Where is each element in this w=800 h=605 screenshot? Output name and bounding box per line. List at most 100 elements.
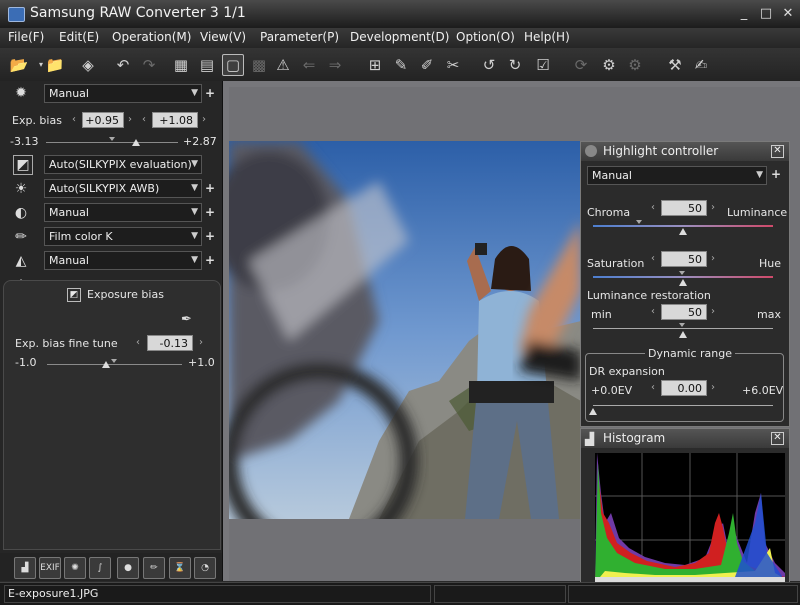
menu-file[interactable]: File(F) <box>8 30 44 44</box>
filmstrip-view-icon[interactable]: ▤ <box>196 54 218 76</box>
histogram-toggle-icon[interactable]: ▟ <box>14 557 36 579</box>
menu-development[interactable]: Development(D) <box>350 30 449 44</box>
decrement-icon[interactable]: ‹ <box>72 114 76 125</box>
menu-edit[interactable]: Edit(E) <box>59 30 99 44</box>
develop-icon[interactable]: ⚙ <box>624 54 646 76</box>
menu-option[interactable]: Option(O) <box>456 30 515 44</box>
redo-icon[interactable]: ↷ <box>138 54 160 76</box>
saturation-value[interactable]: 50 <box>661 251 707 267</box>
dropper-white-icon[interactable]: ✐ <box>416 54 438 76</box>
chroma-slider-thumb[interactable] <box>679 228 687 235</box>
maximize-button[interactable]: □ <box>758 7 774 21</box>
dropper-icon[interactable]: ✒ <box>181 312 192 327</box>
fine-tune-slider-thumb[interactable] <box>101 361 110 368</box>
color-pencil-icon[interactable]: ✏ <box>10 227 32 247</box>
contrast-icon[interactable]: ◐ <box>10 203 32 223</box>
preview-photo[interactable] <box>229 141 581 519</box>
decrement-icon[interactable]: ‹ <box>651 382 655 393</box>
menu-operation[interactable]: Operation(M) <box>112 30 191 44</box>
luminance-restoration-slider-thumb[interactable] <box>679 331 687 338</box>
increment-icon[interactable]: › <box>711 306 715 317</box>
add-sharpness-button[interactable]: + <box>205 254 215 266</box>
previous-icon[interactable]: ⇐ <box>298 54 320 76</box>
add-preset-button[interactable]: + <box>771 168 781 180</box>
warning-icon[interactable]: ⚠ <box>272 54 294 76</box>
checkbox-icon[interactable]: ☑ <box>532 54 554 76</box>
single-view-icon[interactable]: ▢ <box>222 54 244 76</box>
sharpness-icon[interactable]: ◭ <box>10 251 32 271</box>
grid-view-icon[interactable]: ▦ <box>170 54 192 76</box>
fine-tune-slider-track[interactable] <box>47 364 182 365</box>
hammer-icon[interactable]: ⚒ <box>664 54 686 76</box>
minimize-button[interactable]: _ <box>736 7 752 21</box>
add-taste-button[interactable]: + <box>205 87 215 99</box>
increment-icon[interactable]: › <box>199 337 203 348</box>
dropper-icon[interactable]: ✎ <box>390 54 412 76</box>
increment-icon[interactable]: › <box>711 382 715 393</box>
scissors-icon[interactable]: ✂ <box>442 54 464 76</box>
close-button[interactable]: ✕ <box>780 7 796 21</box>
saturation-slider-thumb[interactable] <box>679 279 687 286</box>
noise-icon[interactable]: ● <box>117 557 139 579</box>
sharpness-select[interactable]: Manual ▼ <box>44 251 202 270</box>
notepad-icon[interactable]: ✍ <box>690 54 712 76</box>
histogram-titlebar[interactable]: ▟ Histogram ✕ <box>581 429 789 448</box>
add-color-button[interactable]: + <box>205 230 215 242</box>
saturation-hue-slider-track[interactable] <box>593 276 773 278</box>
luminance-restoration-slider-track[interactable] <box>593 328 773 329</box>
close-icon[interactable]: ✕ <box>771 432 784 445</box>
fine-tune-value[interactable]: -0.13 <box>147 335 193 351</box>
compare-view-icon[interactable]: ▩ <box>248 54 270 76</box>
luminance-restoration-value[interactable]: 50 <box>661 304 707 320</box>
close-icon[interactable]: ✕ <box>771 145 784 158</box>
increment-icon[interactable]: › <box>202 114 206 125</box>
decrement-icon[interactable]: ‹ <box>142 114 146 125</box>
decrement-icon[interactable]: ‹ <box>136 337 140 348</box>
contrast-select[interactable]: Manual ▼ <box>44 203 202 222</box>
add-white-balance-button[interactable]: + <box>205 182 215 194</box>
exp-bias-slider-thumb[interactable] <box>131 139 140 146</box>
chroma-value[interactable]: 50 <box>661 200 707 216</box>
rotate-icon[interactable]: ◔ <box>194 557 216 579</box>
dr-expansion-value[interactable]: 0.00 <box>661 380 707 396</box>
menu-parameter[interactable]: Parameter(P) <box>260 30 339 44</box>
exp-bias-slider-track[interactable] <box>46 142 178 143</box>
rotate-left-icon[interactable]: ↺ <box>478 54 500 76</box>
white-balance-select[interactable]: Auto(SILKYPIX AWB) ▼ <box>44 179 202 198</box>
decrement-icon[interactable]: ‹ <box>651 253 655 264</box>
highlight-icon[interactable]: ✺ <box>64 557 86 579</box>
sun-gear-icon[interactable]: ✹ <box>10 83 32 103</box>
open-folder-icon[interactable]: 📁 <box>44 54 66 76</box>
exif-icon[interactable]: EXIF <box>39 557 61 579</box>
lens-icon[interactable]: ⌛ <box>169 557 191 579</box>
crosshair-icon[interactable]: ⊞ <box>364 54 386 76</box>
taste-select[interactable]: Manual ▼ <box>44 84 202 103</box>
highlight-controller-titlebar[interactable]: Highlight controller ✕ <box>581 142 789 161</box>
highlight-preset-select[interactable]: Manual ▼ <box>587 166 767 185</box>
increment-icon[interactable]: › <box>711 253 715 264</box>
next-icon[interactable]: ⇒ <box>324 54 346 76</box>
exp-bias-value[interactable]: +0.95 <box>82 112 124 128</box>
dr-expansion-slider-track[interactable] <box>593 405 773 406</box>
white-balance-icon[interactable]: ☀ <box>10 179 32 199</box>
dr-expansion-slider-thumb[interactable] <box>589 408 597 415</box>
tone-select[interactable]: Auto(SILKYPIX evaluation) ▼ <box>44 155 202 174</box>
chroma-luminance-slider-track[interactable] <box>593 225 773 227</box>
increment-icon[interactable]: › <box>128 114 132 125</box>
undo-icon[interactable]: ↶ <box>112 54 134 76</box>
open-folder-icon[interactable]: 📂 <box>8 54 30 76</box>
batch-develop-icon[interactable]: ⚙ <box>598 54 620 76</box>
decrement-icon[interactable]: ‹ <box>651 202 655 213</box>
tone-icon[interactable]: ◩ <box>13 155 33 175</box>
rotate-right-icon[interactable]: ↻ <box>504 54 526 76</box>
refresh-icon[interactable]: ⟳ <box>570 54 592 76</box>
tone-curve-icon[interactable]: ∫ <box>89 557 111 579</box>
increment-icon[interactable]: › <box>711 202 715 213</box>
menu-view[interactable]: View(V) <box>200 30 246 44</box>
menu-help[interactable]: Help(H) <box>524 30 570 44</box>
decrement-icon[interactable]: ‹ <box>651 306 655 317</box>
add-contrast-button[interactable]: + <box>205 206 215 218</box>
color-pencil-icon[interactable]: ✏ <box>143 557 165 579</box>
eraser-icon[interactable]: ◈ <box>77 54 99 76</box>
color-select[interactable]: Film color K ▼ <box>44 227 202 246</box>
